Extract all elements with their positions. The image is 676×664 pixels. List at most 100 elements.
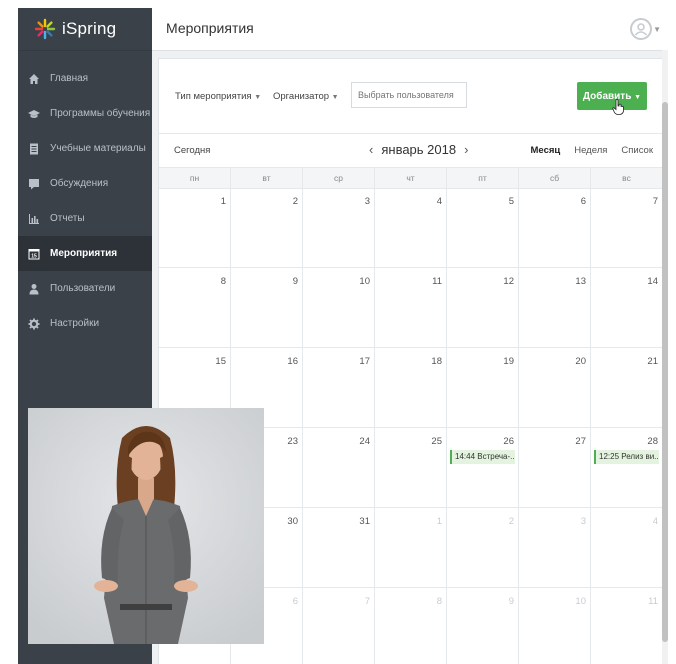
day-cell[interactable]: 27 [519,428,591,507]
sidebar-item-label: Обсуждения [50,178,109,189]
day-number: 27 [575,436,586,447]
day-cell[interactable]: 31 [303,508,375,587]
day-cell[interactable]: 5 [447,188,519,267]
month-navigation: ‹ январь 2018 › [361,142,476,157]
weekday-label: сб [519,168,591,188]
day-cell[interactable]: 1 [159,188,231,267]
day-cell[interactable]: 19 [447,348,519,427]
day-number: 2 [292,196,298,207]
day-cell[interactable]: 25 [375,428,447,507]
sidebar-item-label: Отчеты [50,213,85,224]
chevron-down-icon: ▼ [634,93,642,101]
sidebar-item-reports[interactable]: Отчеты [18,201,152,236]
day-number: 24 [359,436,370,447]
day-cell[interactable]: 2 [231,188,303,267]
day-cell[interactable]: 6 [519,188,591,267]
day-cell[interactable]: 24 [303,428,375,507]
day-number: 4 [652,516,658,527]
day-cell[interactable]: 20 [519,348,591,427]
sidebar-item-settings[interactable]: Настройки [18,306,152,341]
day-cell[interactable]: 3 [519,508,591,587]
today-button[interactable]: Сегодня [174,145,210,156]
brand-name: iSpring [62,19,117,38]
presenter-video [28,408,264,644]
avatar[interactable] [630,18,652,40]
organizer-dropdown[interactable]: Организатор ▼ [273,91,339,102]
next-month-button[interactable]: › [456,142,476,157]
day-number: 25 [431,436,442,447]
day-cell[interactable]: 2 [447,508,519,587]
event-item[interactable]: 14:44 Встреча-... [450,450,515,464]
day-number: 11 [648,596,658,607]
day-number: 31 [359,516,370,527]
day-number: 3 [580,516,586,527]
organizer-label: Организатор [273,91,330,102]
day-cell[interactable]: 14 [591,268,663,347]
day-number: 13 [575,276,586,287]
day-number: 30 [287,516,298,527]
day-cell[interactable]: 8 [375,588,447,664]
filters-bar: Тип мероприятия ▼ Организатор ▼ Добавить… [159,59,663,134]
day-cell[interactable]: 7 [591,188,663,267]
day-number: 10 [575,596,586,607]
day-cell[interactable]: 9 [231,268,303,347]
weekday-label: вт [231,168,303,188]
day-cell[interactable]: 7 [303,588,375,664]
weekday-header: пн вт ср чт пт сб вс [159,167,663,189]
view-list[interactable]: Список [621,145,653,156]
day-cell[interactable]: 11 [591,588,663,664]
view-month[interactable]: Месяц [531,145,561,156]
sidebar-item-events[interactable]: 15 Мероприятия [18,236,152,271]
weekday-label: пт [447,168,519,188]
sidebar-item-home[interactable]: Главная [18,61,152,96]
day-number: 2 [508,516,514,527]
sidebar-item-label: Учебные материалы [50,143,146,154]
day-number: 3 [364,196,370,207]
scrollbar-thumb[interactable] [662,102,668,642]
day-cell[interactable]: 10 [303,268,375,347]
ispring-logo-icon [34,18,56,40]
logo[interactable]: iSpring [18,8,152,51]
day-number: 1 [220,196,226,207]
day-number: 28 [647,436,658,447]
day-number: 9 [292,276,298,287]
chevron-down-icon[interactable]: ▼ [653,25,661,34]
day-cell[interactable]: 18 [375,348,447,427]
day-cell[interactable]: 13 [519,268,591,347]
sidebar-item-materials[interactable]: Учебные материалы [18,131,152,166]
chat-icon [28,178,40,190]
day-cell[interactable]: 17 [303,348,375,427]
chevron-down-icon: ▼ [331,94,339,101]
day-cell[interactable]: 4 [375,188,447,267]
day-cell[interactable]: 12 [447,268,519,347]
day-number: 15 [215,356,226,367]
sidebar-item-programs[interactable]: Программы обучения [18,96,152,131]
day-cell[interactable]: 1 [375,508,447,587]
svg-text:15: 15 [31,253,37,259]
calendar-toolbar: Сегодня ‹ январь 2018 › Месяц Неделя Спи… [159,133,663,167]
event-type-dropdown[interactable]: Тип мероприятия ▼ [175,91,261,102]
view-week[interactable]: Неделя [574,145,607,156]
day-cell[interactable]: 28 12:25 Релиз ви... [591,428,663,507]
sidebar-item-discussions[interactable]: Обсуждения [18,166,152,201]
day-number: 14 [647,276,658,287]
day-cell[interactable]: 9 [447,588,519,664]
calendar-week: 1 2 3 4 5 6 7 [159,188,663,268]
user-search-input[interactable] [351,82,467,108]
day-cell[interactable]: 3 [303,188,375,267]
day-cell[interactable]: 10 [519,588,591,664]
page-scrollbar[interactable] [662,50,668,664]
day-cell[interactable]: 8 [159,268,231,347]
day-cell[interactable]: 21 [591,348,663,427]
document-icon [28,143,40,155]
day-cell[interactable]: 4 [591,508,663,587]
day-number: 18 [431,356,442,367]
day-number: 1 [436,516,442,527]
sidebar-item-users[interactable]: Пользователи [18,271,152,306]
day-cell[interactable]: 11 [375,268,447,347]
prev-month-button[interactable]: ‹ [361,142,381,157]
day-cell[interactable]: 26 14:44 Встреча-... [447,428,519,507]
event-item[interactable]: 12:25 Релиз ви... [594,450,659,464]
day-number: 21 [647,356,658,367]
weekday-label: вс [591,168,663,188]
